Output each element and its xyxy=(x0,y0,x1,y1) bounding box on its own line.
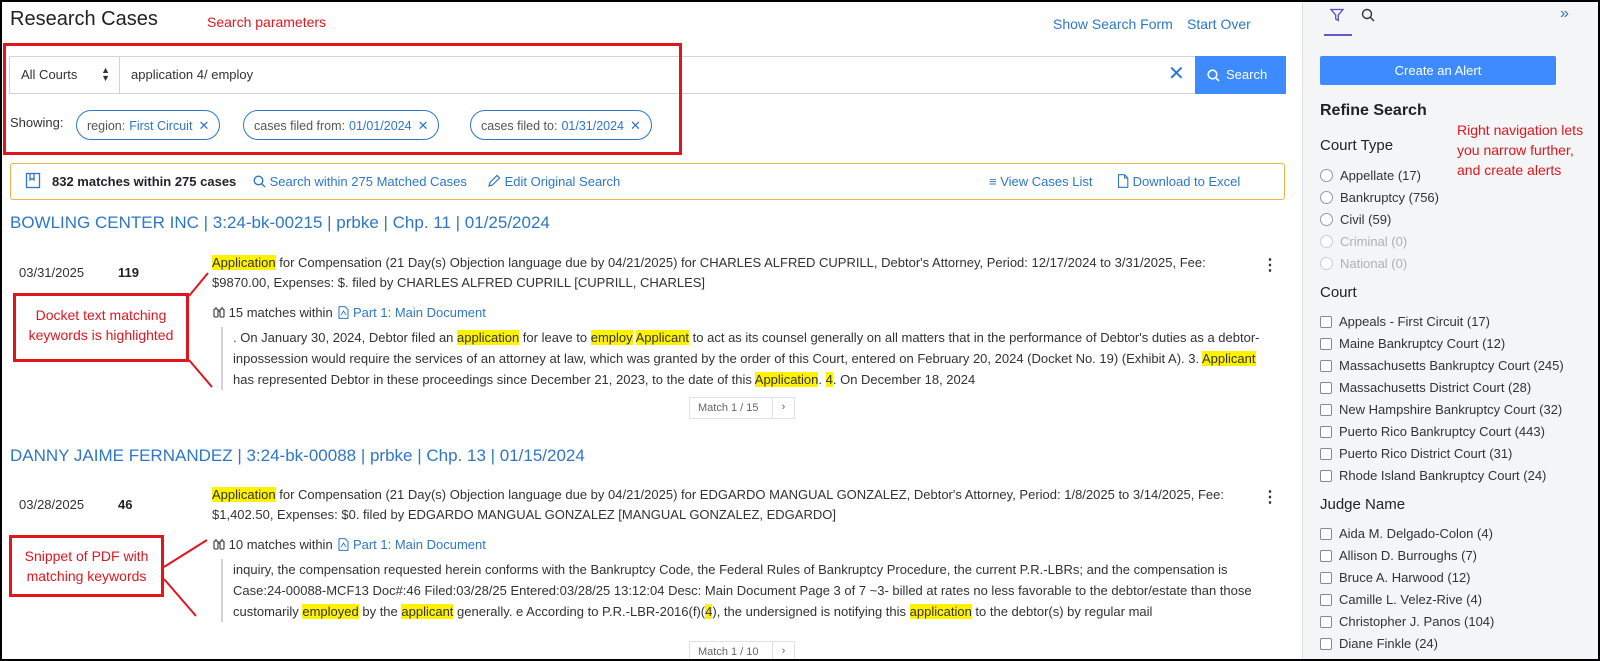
judge-option[interactable]: Allison D. Burroughs (7) xyxy=(1320,548,1477,563)
option-label: National (0) xyxy=(1340,256,1408,271)
option-label: Christopher J. Panos (104) xyxy=(1339,614,1495,629)
court-type-option[interactable]: Bankruptcy (756) xyxy=(1320,190,1439,205)
collapse-sidebar-icon[interactable]: » xyxy=(1560,5,1569,23)
court-option[interactable]: Puerto Rico Bankruptcy Court (443) xyxy=(1320,424,1545,439)
option-label: Rhode Island Bankruptcy Court (24) xyxy=(1339,468,1547,483)
main-content: Research Cases Show Search Form Start Ov… xyxy=(0,0,1302,661)
option-label: Allison D. Burroughs (7) xyxy=(1339,548,1477,563)
judge-option[interactable]: Bruce A. Harwood (12) xyxy=(1320,570,1471,585)
option-label: Appeals - First Circuit (17) xyxy=(1339,314,1490,329)
option-label: Diane Finkle (24) xyxy=(1339,636,1438,651)
court-type-title: Court Type xyxy=(1320,137,1394,154)
radio-button[interactable] xyxy=(1320,169,1333,182)
checkbox[interactable] xyxy=(1320,404,1332,416)
radio-button[interactable] xyxy=(1320,213,1333,226)
option-label: Civil (59) xyxy=(1340,212,1392,227)
radio-button[interactable] xyxy=(1320,191,1333,204)
checkbox[interactable] xyxy=(1320,316,1332,328)
checkbox[interactable] xyxy=(1320,338,1332,350)
refine-search-title: Refine Search xyxy=(1320,102,1427,119)
checkbox[interactable] xyxy=(1320,594,1332,606)
checkbox[interactable] xyxy=(1320,426,1332,438)
judge-option[interactable]: Christopher J. Panos (104) xyxy=(1320,614,1494,629)
court-type-option[interactable]: Appellate (17) xyxy=(1320,168,1421,183)
option-label: Puerto Rico District Court (31) xyxy=(1339,446,1513,461)
radio-button xyxy=(1320,257,1333,270)
radio-button xyxy=(1320,235,1333,248)
judge-facet-title: Judge Name xyxy=(1320,496,1406,513)
checkbox[interactable] xyxy=(1320,638,1332,650)
option-label: Massachusetts District Court (28) xyxy=(1339,380,1532,395)
judge-option[interactable]: Aida M. Delgado-Colon (4) xyxy=(1320,526,1493,541)
court-type-option-disabled: Criminal (0) xyxy=(1320,234,1407,249)
checkbox[interactable] xyxy=(1320,550,1332,562)
court-option[interactable]: Maine Bankruptcy Court (12) xyxy=(1320,336,1505,351)
judge-option[interactable]: Diane Finkle (24) xyxy=(1320,636,1438,651)
annotation-arrows xyxy=(163,272,213,617)
search-icon[interactable] xyxy=(1361,8,1375,27)
checkbox[interactable] xyxy=(1320,616,1332,628)
court-option[interactable]: Rhode Island Bankruptcy Court (24) xyxy=(1320,468,1546,483)
judge-option[interactable]: Camille L. Velez-Rive (4) xyxy=(1320,592,1482,607)
option-label: Maine Bankruptcy Court (12) xyxy=(1339,336,1506,351)
checkbox[interactable] xyxy=(1320,360,1332,372)
option-label: New Hampshire Bankruptcy Court (32) xyxy=(1339,402,1563,417)
option-label: Massachusetts Bankruptcy Court (245) xyxy=(1339,358,1564,373)
active-tab-indicator xyxy=(1324,34,1352,36)
option-label: Criminal (0) xyxy=(1340,234,1408,249)
checkbox[interactable] xyxy=(1320,470,1332,482)
checkbox[interactable] xyxy=(1320,528,1332,540)
option-label: Bruce A. Harwood (12) xyxy=(1339,570,1471,585)
filter-icon[interactable] xyxy=(1329,8,1345,27)
option-label: Puerto Rico Bankruptcy Court (443) xyxy=(1339,424,1545,439)
option-label: Appellate (17) xyxy=(1340,168,1421,183)
court-facet-title: Court xyxy=(1320,284,1357,301)
option-label: Camille L. Velez-Rive (4) xyxy=(1339,592,1483,607)
court-option[interactable]: Massachusetts District Court (28) xyxy=(1320,380,1531,395)
court-type-option-disabled: National (0) xyxy=(1320,256,1407,271)
checkbox[interactable] xyxy=(1320,382,1332,394)
checkbox[interactable] xyxy=(1320,448,1332,460)
court-option[interactable]: New Hampshire Bankruptcy Court (32) xyxy=(1320,402,1562,417)
create-alert-button[interactable]: Create an Alert xyxy=(1320,56,1556,85)
court-option[interactable]: Massachusetts Bankruptcy Court (245) xyxy=(1320,358,1564,373)
annotation-right-nav: Right navigation lets you narrow further… xyxy=(1457,122,1584,178)
checkbox[interactable] xyxy=(1320,572,1332,584)
option-label: Aida M. Delgado-Colon (4) xyxy=(1339,526,1493,541)
court-type-option[interactable]: Civil (59) xyxy=(1320,212,1391,227)
option-label: Bankruptcy (756) xyxy=(1340,190,1439,205)
court-option[interactable]: Appeals - First Circuit (17) xyxy=(1320,314,1490,329)
court-option[interactable]: Puerto Rico District Court (31) xyxy=(1320,446,1512,461)
